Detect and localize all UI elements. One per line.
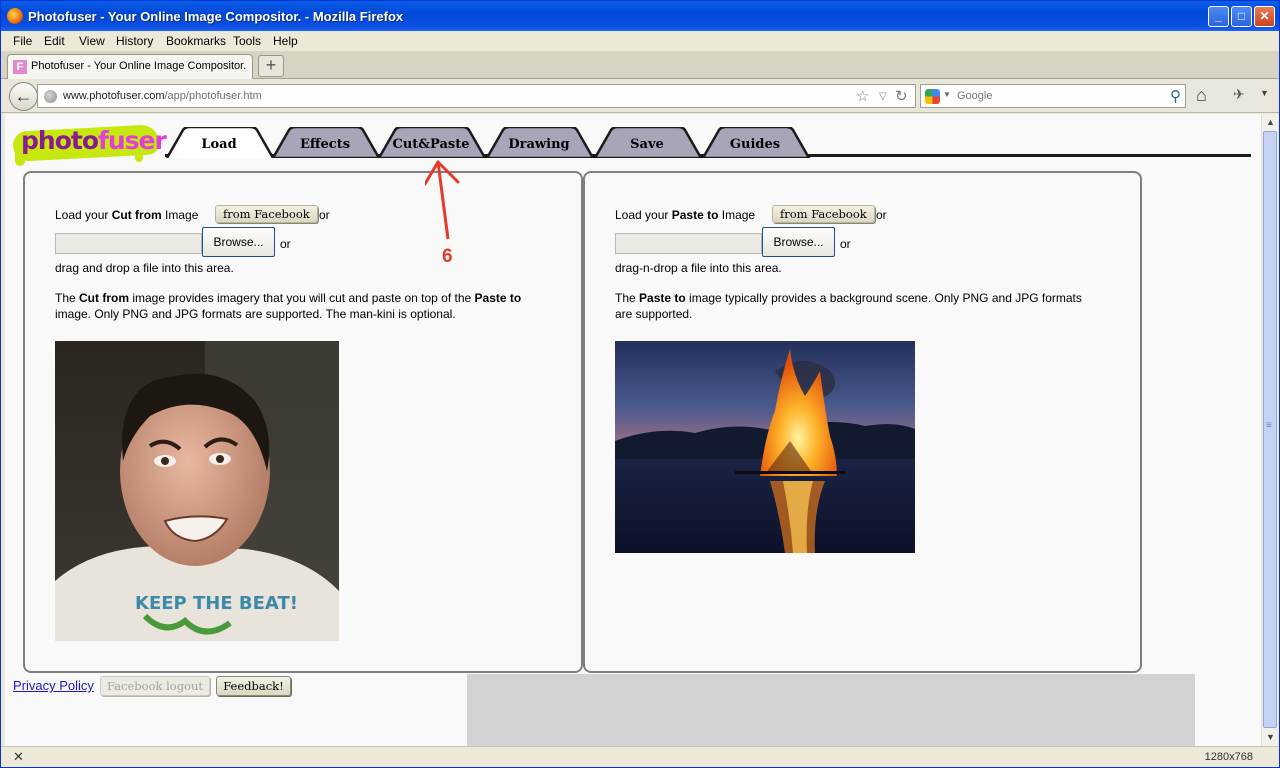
annotation-arrow xyxy=(425,160,460,240)
photofuser-logo: photofuser xyxy=(12,124,167,166)
menu-history[interactable]: History xyxy=(116,34,153,48)
cut-browse-button[interactable]: Browse... xyxy=(202,227,275,257)
logo-text: photofuser xyxy=(21,126,167,155)
page-footer: Privacy Policy Facebook logout Feedback! xyxy=(5,672,1261,746)
tab-cut-paste-label[interactable]: Cut&Paste xyxy=(389,137,473,152)
addon-icon[interactable]: ✈ xyxy=(1233,86,1245,103)
browser-tab-strip: F Photofuser - Your Online Image Composi… xyxy=(1,51,1279,79)
cut-load-line: Load your Cut from Image xyxy=(55,207,198,223)
window-title: Photofuser - Your Online Image Composito… xyxy=(28,9,404,24)
home-icon[interactable]: ⌂ xyxy=(1196,85,1207,106)
paste-description: The Paste to image typically provides a … xyxy=(615,290,1095,322)
cut-desc-bold-1: Cut from xyxy=(79,291,130,305)
paste-desc-1: The xyxy=(615,291,640,305)
paste-load-bold: Paste to xyxy=(671,208,719,222)
paste-drag-text: drag-n-drop a file into this area. xyxy=(615,261,782,275)
shirt-text: KEEP THE BEAT! xyxy=(135,593,298,614)
paste-to-panel[interactable]: Load your Paste to Image from Facebook o… xyxy=(583,171,1142,673)
search-input[interactable] xyxy=(955,88,1155,104)
paste-from-facebook-button[interactable]: from Facebook xyxy=(772,205,875,223)
url-bar[interactable]: www.photofuser.com/app/photofuser.htm ☆ … xyxy=(37,84,916,108)
paste-or-text: or xyxy=(876,208,887,222)
scroll-down-icon[interactable]: ▼ xyxy=(1262,729,1279,746)
paste-browse-button[interactable]: Browse... xyxy=(762,227,835,257)
close-addon-bar-icon[interactable]: ✕ xyxy=(13,749,24,765)
facebook-logout-button[interactable]: Facebook logout xyxy=(100,676,210,696)
browser-tab-photofuser[interactable]: F Photofuser - Your Online Image Composi… xyxy=(7,54,253,79)
menu-bookmarks[interactable]: Bookmarks xyxy=(166,34,226,48)
vertical-scrollbar[interactable]: ▲ ▼ xyxy=(1261,114,1278,746)
title-bar: Photofuser - Your Online Image Composito… xyxy=(1,1,1279,31)
logo-text-fuser: fuser xyxy=(98,126,167,155)
menu-bar: File Edit View History Bookmarks Tools H… xyxy=(1,31,1279,51)
firefox-icon xyxy=(7,8,23,24)
scroll-up-icon[interactable]: ▲ xyxy=(1262,114,1279,131)
cut-drag-text: drag and drop a file into this area. xyxy=(55,261,234,275)
google-icon xyxy=(925,89,940,104)
menu-view[interactable]: View xyxy=(79,34,105,48)
paste-load-suffix: Image xyxy=(718,208,756,222)
cut-from-image: KEEP THE BEAT! xyxy=(55,341,339,641)
paste-or-text-2: or xyxy=(840,237,851,251)
paste-file-input[interactable] xyxy=(615,233,762,254)
status-resolution: 1280x768 xyxy=(1204,751,1253,763)
menu-file[interactable]: File xyxy=(13,34,32,48)
cut-desc-3: image. Only PNG and JPG formats are supp… xyxy=(55,307,456,321)
menu-help[interactable]: Help xyxy=(273,34,298,48)
cut-from-panel[interactable]: Load your Cut from Image from Facebook o… xyxy=(23,171,583,673)
menu-edit[interactable]: Edit xyxy=(44,34,65,48)
paste-load-line: Load your Paste to Image xyxy=(615,207,755,223)
privacy-policy-link[interactable]: Privacy Policy xyxy=(13,678,94,693)
navigation-bar: www.photofuser.com/app/photofuser.htm ☆ … xyxy=(1,79,1279,113)
menu-tools[interactable]: Tools xyxy=(233,34,261,48)
search-icon[interactable]: ⚲ xyxy=(1170,87,1181,105)
bookmark-star-icon[interactable]: ☆ xyxy=(856,87,869,105)
favicon: F xyxy=(13,60,27,74)
tab-drawing-label[interactable]: Drawing xyxy=(502,137,576,152)
paste-desc-2: image typically provides a background sc… xyxy=(615,291,1082,321)
browser-tab-label: Photofuser - Your Online Image Composito… xyxy=(31,60,247,72)
cut-desc-bold-2: Paste to xyxy=(474,291,522,305)
cut-description: The Cut from image provides imagery that… xyxy=(55,290,555,322)
cut-desc-2: image provides imagery that you will cut… xyxy=(129,291,475,305)
cut-load-prefix: Load your xyxy=(55,208,112,222)
history-dropdown-icon[interactable]: ▽ xyxy=(879,91,887,102)
footer-gray-area xyxy=(467,674,1195,746)
cut-load-suffix: Image xyxy=(161,208,199,222)
paste-to-image xyxy=(615,341,915,553)
tab-effects-label[interactable]: Effects xyxy=(289,137,361,152)
cut-or-text: or xyxy=(319,208,330,222)
url-host: www.photofuser.com xyxy=(63,90,165,102)
url-path: /app/photofuser.htm xyxy=(164,90,262,102)
new-tab-button[interactable]: + xyxy=(258,55,284,77)
logo-text-photo: photo xyxy=(21,126,99,155)
search-engine-dropdown-icon[interactable]: ▼ xyxy=(943,90,951,99)
annotation-label: 6 xyxy=(442,246,453,267)
cut-from-facebook-button[interactable]: from Facebook xyxy=(215,205,318,223)
feedback-button[interactable]: Feedback! xyxy=(216,676,291,696)
tab-load-label[interactable]: Load xyxy=(183,137,255,152)
minimize-button[interactable]: _ xyxy=(1208,6,1229,27)
cut-file-input[interactable] xyxy=(55,233,202,254)
paste-load-prefix: Load your xyxy=(615,208,672,222)
cut-load-bold: Cut from xyxy=(111,208,162,222)
maximize-button[interactable]: □ xyxy=(1231,6,1252,27)
back-arrow-icon: ← xyxy=(14,86,33,106)
cut-or-text-2: or xyxy=(280,237,291,251)
scroll-thumb[interactable] xyxy=(1263,131,1277,728)
reload-icon[interactable]: ↻ xyxy=(895,87,908,105)
paste-desc-bold-1: Paste to xyxy=(639,291,686,305)
browser-window: Photofuser - Your Online Image Composito… xyxy=(0,0,1280,768)
cut-desc-1: The xyxy=(55,291,80,305)
tab-guides-label[interactable]: Guides xyxy=(719,137,791,152)
page-content: photofuser Load Effects Cut&Paste Drawin… xyxy=(5,114,1261,746)
back-button[interactable]: ← xyxy=(9,82,38,111)
search-bar[interactable]: ▼ ⚲ xyxy=(920,84,1186,108)
toolbar-menu-icon[interactable]: ▼ xyxy=(1260,88,1269,98)
tab-save-label[interactable]: Save xyxy=(611,137,683,152)
status-bar: ✕ 1280x768 xyxy=(1,746,1279,767)
close-button[interactable]: ✕ xyxy=(1254,6,1275,27)
globe-icon xyxy=(44,90,57,103)
url-text: www.photofuser.com/app/photofuser.htm xyxy=(63,90,262,102)
